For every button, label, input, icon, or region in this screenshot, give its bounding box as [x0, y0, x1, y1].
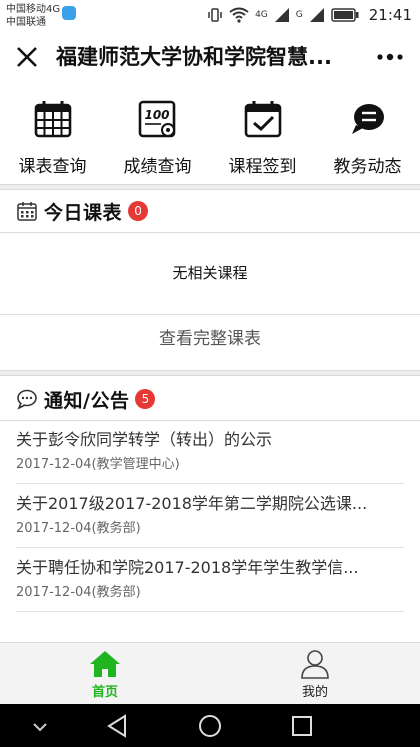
- home-circle-icon: [199, 715, 221, 737]
- chat-bubble-icon: [351, 104, 384, 134]
- signal-icon-2: [309, 8, 324, 22]
- notice-meta: 2017-12-04(教务部): [16, 521, 141, 536]
- message-notification-icon: [62, 6, 76, 20]
- notices-count-badge: 5: [135, 389, 156, 409]
- notice-title: 关于聘任协和学院2017-2018学年学生教学信...: [16, 558, 359, 577]
- score-gear-icon: 100: [138, 100, 175, 138]
- today-schedule-header: 今日课表 0: [0, 190, 420, 232]
- tab-label: 我的: [301, 685, 328, 700]
- svg-text:100: 100: [144, 108, 169, 122]
- battery-icon: [331, 8, 359, 22]
- view-full-schedule-link[interactable]: 查看完整课表: [0, 324, 420, 354]
- quick-menu-label: 课表查询: [18, 157, 87, 177]
- signal-icon-1: [274, 8, 289, 22]
- user-icon: [301, 650, 329, 679]
- quick-menu-label: 成绩查询: [123, 157, 192, 177]
- nav-back-button[interactable]: [98, 712, 138, 740]
- notice-meta: 2017-12-04(教学管理中心): [16, 457, 180, 472]
- section-title: 今日课表: [44, 201, 123, 224]
- quick-menu-schedule[interactable]: 课表查询: [0, 92, 105, 184]
- quick-menu-news[interactable]: 教务动态: [315, 92, 420, 184]
- network-type-2: G: [295, 10, 303, 20]
- notice-item[interactable]: 关于彭令欣同学转学（转出）的公示 2017-12-04(教学管理中心): [0, 428, 420, 484]
- section-title: 通知/公告: [44, 389, 130, 412]
- quick-menu-checkin[interactable]: 课程签到: [210, 92, 315, 184]
- bottom-tab-bar: 首页 我的: [0, 642, 420, 704]
- divider: [0, 314, 420, 315]
- nav-hide-button[interactable]: [20, 712, 60, 740]
- divider: [0, 232, 420, 233]
- notice-list: 关于彭令欣同学转学（转出）的公示 2017-12-04(教学管理中心) 关于20…: [0, 428, 420, 612]
- chevron-down-icon: [33, 723, 47, 732]
- close-button[interactable]: [14, 44, 40, 70]
- empty-schedule-text: 无相关课程: [172, 264, 248, 282]
- home-icon: [90, 651, 120, 677]
- wifi-icon: [229, 7, 249, 23]
- notice-title: 关于彭令欣同学转学（转出）的公示: [16, 430, 273, 449]
- calendar-grid-icon: [34, 101, 71, 138]
- system-navigation-bar: [0, 704, 420, 747]
- calendar-check-icon: [244, 101, 281, 138]
- tab-home[interactable]: 首页: [0, 643, 210, 704]
- divider: [16, 547, 404, 548]
- close-icon: [17, 47, 37, 67]
- quick-menu-label: 教务动态: [333, 157, 402, 177]
- quick-menu: 课表查询 100 成绩查询 课程签到 教务动态: [0, 92, 420, 184]
- status-indicators: 4G G 21:41: [207, 4, 412, 26]
- vibrate-icon: [208, 8, 222, 22]
- comment-icon: [17, 389, 37, 410]
- today-count-badge: 0: [128, 201, 149, 221]
- calendar-icon: [17, 202, 37, 221]
- notice-title: 关于2017级2017-2018学年第二学期院公选课...: [16, 494, 368, 513]
- recents-square-icon: [292, 716, 312, 736]
- status-bar: 中国移动4G 中国联通 4G G 21:41: [0, 0, 420, 34]
- network-type-1: 4G: [255, 10, 268, 20]
- quick-menu-grades[interactable]: 100 成绩查询: [105, 92, 210, 184]
- more-icon: [377, 53, 403, 61]
- carrier-line-1: 中国移动4G: [6, 4, 61, 15]
- divider: [0, 420, 420, 421]
- app-header: 福建师范大学协和学院智慧...: [0, 34, 420, 80]
- tab-label: 首页: [91, 685, 118, 700]
- notice-item[interactable]: 关于聘任协和学院2017-2018学年学生教学信... 2017-12-04(教…: [0, 556, 420, 612]
- nav-recents-button[interactable]: [282, 712, 322, 740]
- page-title: 福建师范大学协和学院智慧...: [56, 45, 332, 69]
- divider: [16, 611, 404, 612]
- notice-meta: 2017-12-04(教务部): [16, 585, 141, 600]
- carrier-info: 中国移动4G 中国联通: [6, 3, 60, 29]
- notices-header: 通知/公告 5: [0, 378, 420, 420]
- tab-mine[interactable]: 我的: [210, 643, 420, 704]
- carrier-line-2: 中国联通: [6, 17, 46, 28]
- more-button[interactable]: [376, 46, 404, 68]
- clock: 21:41: [368, 6, 412, 24]
- nav-home-button[interactable]: [190, 712, 230, 740]
- section-divider: [0, 370, 420, 376]
- back-triangle-icon: [107, 714, 126, 738]
- notice-item[interactable]: 关于2017级2017-2018学年第二学期院公选课... 2017-12-04…: [0, 492, 420, 548]
- quick-menu-label: 课程签到: [228, 157, 297, 177]
- divider: [16, 483, 404, 484]
